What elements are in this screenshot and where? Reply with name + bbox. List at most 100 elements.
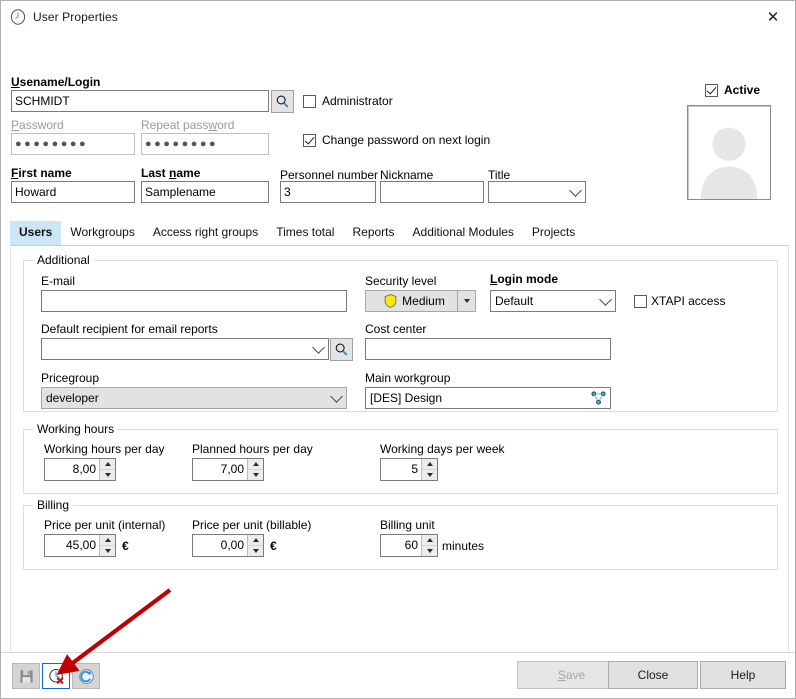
stepper-arrows[interactable] bbox=[421, 535, 437, 556]
login-mode-label: Login mode bbox=[490, 272, 558, 286]
last-name-input[interactable] bbox=[141, 181, 269, 203]
floppy-disk-icon bbox=[19, 669, 34, 684]
username-input[interactable] bbox=[11, 90, 269, 112]
pricegroup-label: Pricegroup bbox=[41, 371, 99, 385]
billing-unit-value: 60 bbox=[381, 535, 421, 556]
stepper-arrows[interactable] bbox=[247, 459, 263, 480]
help-button[interactable]: Help bbox=[700, 661, 786, 689]
pricegroup-value: developer bbox=[46, 391, 99, 405]
active-checkbox-row[interactable]: Active bbox=[705, 83, 760, 97]
main-workgroup-field[interactable]: [DES] Design bbox=[365, 387, 611, 409]
billing-group: Billing Price per unit (internal) 45,00 … bbox=[23, 505, 778, 570]
tab-reports[interactable]: Reports bbox=[343, 221, 403, 245]
first-name-input[interactable] bbox=[11, 181, 135, 203]
billing-unit-stepper[interactable]: 60 bbox=[380, 534, 438, 557]
stepper-arrows[interactable] bbox=[247, 535, 263, 556]
stepper-up[interactable] bbox=[248, 535, 263, 546]
tab-access-right-groups[interactable]: Access right groups bbox=[144, 221, 267, 245]
xtapi-label: XTAPI access bbox=[651, 294, 725, 308]
close-window-button[interactable]: ✕ bbox=[751, 2, 795, 32]
stepper-down[interactable] bbox=[422, 470, 437, 480]
stepper-up[interactable] bbox=[422, 459, 437, 470]
title-combobox[interactable] bbox=[488, 181, 586, 203]
security-level-combobox[interactable]: Medium bbox=[365, 290, 476, 312]
chevron-down-icon bbox=[569, 184, 582, 197]
nickname-input[interactable] bbox=[380, 181, 484, 203]
pricegroup-combobox[interactable]: developer bbox=[41, 387, 347, 409]
stepper-arrows[interactable] bbox=[421, 459, 437, 480]
tab-projects[interactable]: Projects bbox=[523, 221, 584, 245]
users-tab-panel: Additional E-mail Default recipient for … bbox=[10, 246, 789, 683]
working-hours-per-day-stepper[interactable]: 8,00 bbox=[44, 458, 116, 481]
security-level-label: Security level bbox=[365, 274, 436, 288]
email-input[interactable] bbox=[41, 290, 347, 312]
username-label: Usename/Login bbox=[11, 75, 100, 89]
bottom-bar: Save Close Help bbox=[1, 652, 795, 698]
repeat-password-input[interactable] bbox=[141, 133, 269, 155]
billing-group-title: Billing bbox=[33, 498, 73, 512]
main-workgroup-label: Main workgroup bbox=[365, 371, 450, 385]
administrator-checkbox-row[interactable]: Administrator bbox=[303, 94, 393, 108]
additional-group: Additional E-mail Default recipient for … bbox=[23, 260, 778, 412]
working-days-per-week-stepper[interactable]: 5 bbox=[380, 458, 438, 481]
personnel-number-label: Personnel number bbox=[280, 168, 378, 182]
default-recipient-search-button[interactable] bbox=[330, 338, 353, 361]
billing-unit-suffix: minutes bbox=[442, 539, 484, 553]
discard-toolbar-button[interactable] bbox=[42, 663, 70, 689]
stepper-down[interactable] bbox=[100, 546, 115, 556]
tab-times-total[interactable]: Times total bbox=[267, 221, 343, 245]
cost-center-input[interactable] bbox=[365, 338, 611, 360]
last-name-label: Last name bbox=[141, 166, 200, 180]
password-input[interactable] bbox=[11, 133, 135, 155]
shield-icon bbox=[384, 294, 397, 308]
title-label: Title bbox=[488, 168, 510, 182]
xtapi-checkbox-row[interactable]: XTAPI access bbox=[634, 294, 725, 308]
change-password-checkbox[interactable] bbox=[303, 134, 316, 147]
stepper-up[interactable] bbox=[248, 459, 263, 470]
active-label: Active bbox=[724, 83, 760, 97]
tab-users[interactable]: Users bbox=[10, 221, 61, 245]
administrator-checkbox[interactable] bbox=[303, 95, 316, 108]
tab-additional-modules[interactable]: Additional Modules bbox=[404, 221, 523, 245]
workgroup-icon[interactable] bbox=[591, 391, 606, 408]
price-internal-stepper[interactable]: 45,00 bbox=[44, 534, 116, 557]
change-password-checkbox-row[interactable]: Change password on next login bbox=[303, 133, 490, 147]
working-hours-per-day-label: Working hours per day bbox=[44, 442, 165, 456]
username-search-button[interactable] bbox=[271, 90, 294, 113]
change-password-label: Change password on next login bbox=[322, 133, 490, 147]
working-hours-group-title: Working hours bbox=[33, 422, 118, 436]
stepper-arrows[interactable] bbox=[99, 459, 115, 480]
stepper-down[interactable] bbox=[422, 546, 437, 556]
window-title: User Properties bbox=[33, 10, 118, 24]
default-recipient-combobox[interactable] bbox=[41, 338, 329, 360]
stepper-arrows[interactable] bbox=[99, 535, 115, 556]
save-toolbar-button[interactable] bbox=[12, 663, 40, 689]
chevron-down-icon bbox=[312, 341, 325, 354]
first-name-label: First name bbox=[11, 166, 72, 180]
stepper-down[interactable] bbox=[100, 470, 115, 480]
stepper-up[interactable] bbox=[100, 535, 115, 546]
close-button[interactable]: Close bbox=[608, 661, 698, 689]
price-internal-unit: € bbox=[122, 539, 129, 553]
price-internal-label: Price per unit (internal) bbox=[44, 518, 165, 532]
price-billable-label: Price per unit (billable) bbox=[192, 518, 311, 532]
stepper-up[interactable] bbox=[422, 535, 437, 546]
security-level-dropdown-arrow[interactable] bbox=[457, 291, 475, 311]
stepper-down[interactable] bbox=[248, 546, 263, 556]
repeat-password-label: Repeat password bbox=[141, 118, 234, 132]
billing-unit-label: Billing unit bbox=[380, 518, 435, 532]
tab-workgroups[interactable]: Workgroups bbox=[61, 221, 143, 245]
login-mode-combobox[interactable]: Default bbox=[490, 290, 616, 312]
price-billable-stepper[interactable]: 0,00 bbox=[192, 534, 264, 557]
stepper-up[interactable] bbox=[100, 459, 115, 470]
planned-hours-per-day-value: 7,00 bbox=[193, 459, 247, 480]
price-billable-value: 0,00 bbox=[193, 535, 247, 556]
avatar[interactable] bbox=[687, 105, 771, 200]
default-recipient-label: Default recipient for email reports bbox=[41, 322, 218, 336]
xtapi-checkbox[interactable] bbox=[634, 295, 647, 308]
personnel-number-input[interactable] bbox=[280, 181, 376, 203]
refresh-toolbar-button[interactable] bbox=[72, 663, 100, 689]
stepper-down[interactable] bbox=[248, 470, 263, 480]
active-checkbox[interactable] bbox=[705, 84, 718, 97]
planned-hours-per-day-stepper[interactable]: 7,00 bbox=[192, 458, 264, 481]
